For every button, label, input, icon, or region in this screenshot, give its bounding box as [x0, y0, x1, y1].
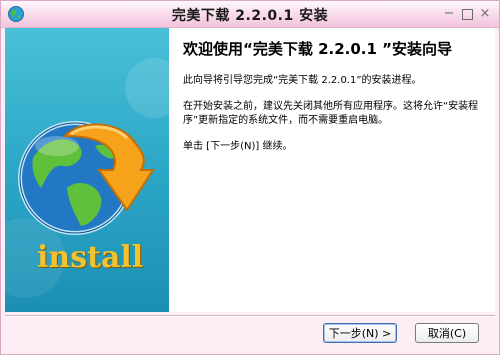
window-title: 完美下载 2.2.0.1 安装 — [171, 8, 329, 24]
next-button[interactable]: 下一步(N) > — [323, 323, 397, 343]
install-label: install — [37, 240, 144, 275]
welcome-panel: 欢迎使用“完美下载 2.2.0.1 ”安装向导 此向导将引导您完成“完美下载 2… — [183, 38, 483, 166]
button-bar: 下一步(N) > 取消(C) — [5, 312, 495, 350]
divider — [5, 315, 495, 317]
installer-window: 完美下载 2.2.0.1 安装 − × install 欢迎使用“完美下载 2.… — [0, 0, 500, 355]
close-icon[interactable]: × — [478, 7, 492, 21]
intro-paragraph: 此向导将引导您完成“完美下载 2.2.0.1”的安装进程。 — [183, 75, 422, 86]
minimize-icon[interactable]: − — [442, 7, 456, 21]
title-bar[interactable]: 完美下载 2.2.0.1 安装 − × — [1, 1, 499, 28]
maximize-icon[interactable] — [460, 7, 474, 21]
welcome-title: 欢迎使用“完美下载 2.2.0.1 ”安装向导 — [183, 40, 453, 58]
side-banner: install — [5, 28, 169, 312]
continue-paragraph: 单击 [下一步(N)] 继续。 — [183, 141, 293, 152]
cancel-button[interactable]: 取消(C) — [415, 323, 479, 343]
advice-paragraph: 在开始安装之前，建议先关闭其他所有应用程序。这将允许“安装程序”更新指定的系统文… — [183, 101, 479, 126]
wizard-content: install 欢迎使用“完美下载 2.2.0.1 ”安装向导 此向导将引导您完… — [5, 28, 495, 312]
